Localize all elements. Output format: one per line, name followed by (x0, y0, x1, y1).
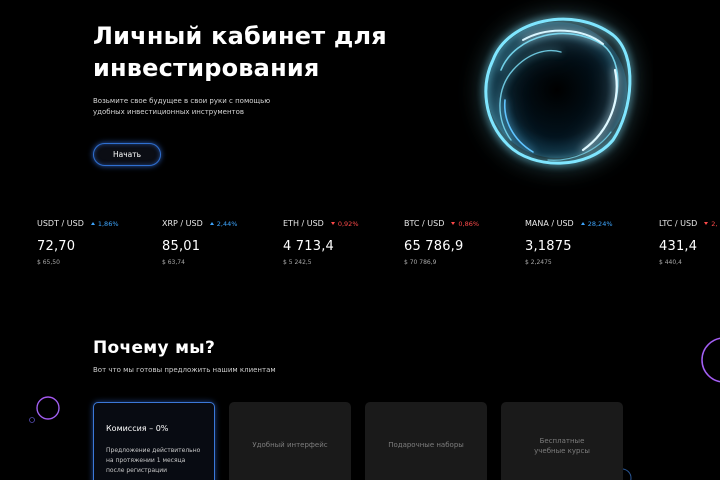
arrow-down-icon (704, 222, 709, 225)
decorative-ring-icon (701, 337, 720, 383)
hero-subtitle-line-1: Возьмите свое будущее в свои руки с помо… (93, 97, 271, 105)
ticker-change: 1,86% (90, 219, 119, 228)
ticker-pair: USDT / USD (37, 219, 84, 228)
ticker-price: 431,4 (659, 239, 698, 254)
ticker-mana[interactable]: MANA / USD 28,24% 3,1875 $ 2,2475 (525, 219, 613, 266)
ticker-sub-price: $ 5 242,5 (283, 259, 312, 266)
ticker-change: 0,92% (330, 219, 359, 228)
ticker-change-value: 28,24% (587, 219, 613, 228)
card-description-line: на протяжении 1 месяца (106, 457, 186, 464)
ticker-btc[interactable]: BTC / USD 0,86% 65 786,9 $ 70 786,9 (404, 219, 479, 266)
ticker-change-value: 0,86% (458, 219, 480, 228)
ticker-change: 28,24% (580, 219, 613, 228)
ticker-change: 2,44% (209, 219, 238, 228)
ticker-change-value: 2, (711, 219, 718, 228)
ticker-sub-price: $ 440,4 (659, 259, 682, 266)
card-label-line: Бесплатные (539, 437, 585, 445)
ticker-sub-price: $ 65,50 (37, 259, 60, 266)
card-label-line: учебные курсы (534, 447, 590, 455)
ticker-ltc[interactable]: LTC / USD 2, 431,4 $ 440,4 (659, 219, 717, 266)
card-title: Комиссия – 0% (106, 424, 169, 433)
decorative-ring-icon (29, 396, 60, 423)
ticker-xrp[interactable]: XRP / USD 2,44% 85,01 $ 63,74 (162, 219, 237, 266)
ticker-pair: MANA / USD (525, 219, 574, 228)
ticker-sub-price: $ 63,74 (162, 259, 185, 266)
ticker-price: 4 713,4 (283, 239, 335, 254)
ticker-price: 72,70 (37, 239, 76, 254)
feature-card-interface[interactable]: Удобный интерфейс (229, 402, 351, 480)
ticker-usdt[interactable]: USDT / USD 1,86% 72,70 $ 65,50 (37, 219, 119, 266)
ticker-price: 65 786,9 (404, 239, 464, 254)
hero-subtitle-line-2: удобных инвестиционных инструментов (93, 108, 245, 116)
card-description-line: Предложение действительно (106, 447, 201, 454)
section-title: Почему мы? (93, 338, 216, 358)
card-label: Бесплатные учебные курсы (509, 436, 615, 456)
ticker-change: 0,86% (451, 220, 479, 228)
feature-card-gifts[interactable]: Подарочные наборы (365, 402, 487, 480)
arrow-down-icon (330, 222, 335, 225)
ticker-change-value: 0,92% (337, 219, 359, 228)
page-title: Личный кабинет для инвестирования (93, 20, 433, 84)
ticker-sub-price: $ 2,2475 (525, 259, 552, 266)
section-subtitle: Вот что мы готовы предложить нашим клиен… (93, 366, 276, 374)
card-description: Предложение действительно на протяжении … (106, 446, 216, 476)
feature-card-courses[interactable]: Бесплатные учебные курсы (501, 402, 623, 480)
ticker-pair: XRP / USD (162, 219, 203, 228)
start-button[interactable]: Начать (93, 143, 161, 166)
hero-subtitle: Возьмите свое будущее в свои руки с помо… (93, 96, 313, 118)
ticker-sub-price: $ 70 786,9 (404, 259, 437, 266)
arrow-down-icon (451, 222, 456, 225)
ticker-price: 3,1875 (525, 239, 572, 254)
glowing-orb-image (484, 17, 632, 165)
feature-card-commission[interactable]: Комиссия – 0% Предложение действительно … (93, 402, 215, 480)
ticker-change-value: 1,86% (97, 219, 119, 228)
ticker-pair: ETH / USD (283, 219, 324, 228)
arrow-up-icon (209, 222, 214, 225)
card-label: Удобный интерфейс (252, 441, 328, 449)
ticker-pair: BTC / USD (404, 219, 445, 228)
ticker-price: 85,01 (162, 239, 201, 254)
ticker-change: 2, (704, 220, 717, 228)
ticker-pair: LTC / USD (659, 219, 698, 228)
ticker-change-value: 2,44% (216, 219, 238, 228)
arrow-up-icon (90, 222, 95, 225)
ticker-eth[interactable]: ETH / USD 0,92% 4 713,4 $ 5 242,5 (283, 219, 359, 266)
arrow-up-icon (580, 222, 585, 225)
card-description-line: после регистрации (106, 467, 168, 474)
page-title-line-1: Личный кабинет для (93, 22, 387, 50)
page-title-line-2: инвестирования (93, 54, 320, 82)
card-label: Подарочные наборы (388, 441, 464, 449)
